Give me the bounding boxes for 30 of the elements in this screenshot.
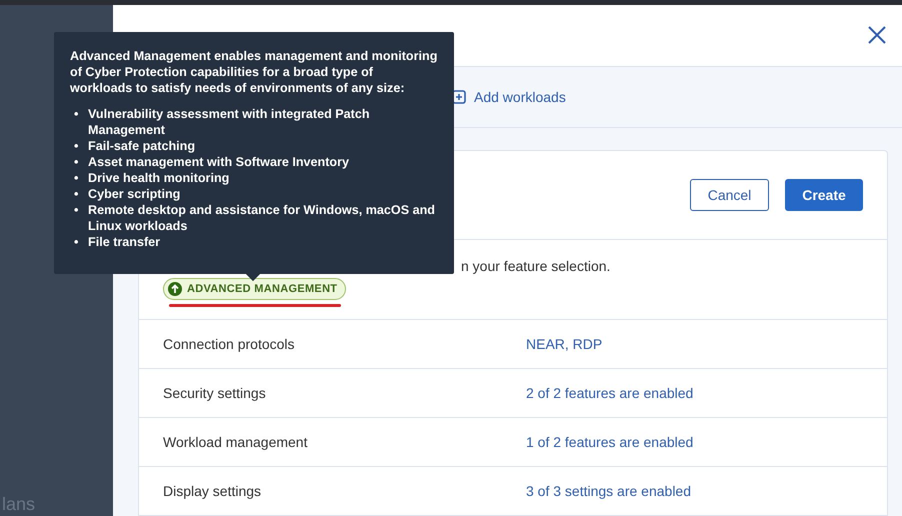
- bullet: •: [73, 234, 80, 250]
- bullet: •: [73, 186, 80, 202]
- cancel-button[interactable]: Cancel: [690, 179, 769, 211]
- bullet: •: [73, 170, 80, 186]
- up-arrow-icon: [168, 282, 182, 296]
- notice-text: n your feature selection.: [461, 258, 610, 274]
- bullet: •: [73, 106, 80, 123]
- feature-item: Fail-safe patching: [88, 138, 196, 154]
- setting-value-link[interactable]: 3 of 3 settings are enabled: [526, 483, 692, 499]
- bullet: •: [73, 202, 80, 219]
- feature-item: Vulnerability assessment with integrated Patch Management: [88, 106, 371, 138]
- feature-item: Asset management with Software Inventory: [88, 154, 350, 170]
- bullet: •: [73, 154, 80, 170]
- setting-value-link[interactable]: 1 of 2 features are enabled: [526, 434, 694, 450]
- bullet: •: [73, 138, 80, 154]
- close-icon: [866, 24, 888, 46]
- setting-label: Connection protocols: [163, 336, 296, 352]
- feature-item: Remote desktop and assistance for Windows, macOS and Linux workloads: [88, 202, 436, 234]
- setting-value-link[interactable]: NEAR, RDP: [526, 336, 602, 352]
- feature-item: File transfer: [88, 234, 160, 250]
- feature-badge: ADVANCED MANAGEMENT: [163, 278, 346, 300]
- setting-label: Display settings: [163, 483, 262, 499]
- setting-label: Security settings: [163, 385, 267, 401]
- setting-value-link[interactable]: 2 of 2 features are enabled: [526, 385, 694, 401]
- feature-item: Cyber scripting: [88, 186, 180, 202]
- setting-label: Workload management: [163, 434, 308, 450]
- tooltip-text: Advanced Management enables management and monitoring of Cyber Protection capabilities for a broad type of workloads to satisfy needs of environments of any size:: [70, 48, 438, 96]
- close-button[interactable]: [866, 24, 888, 46]
- feature-item: Drive health monitoring: [88, 170, 230, 186]
- create-button[interactable]: Create: [785, 179, 863, 211]
